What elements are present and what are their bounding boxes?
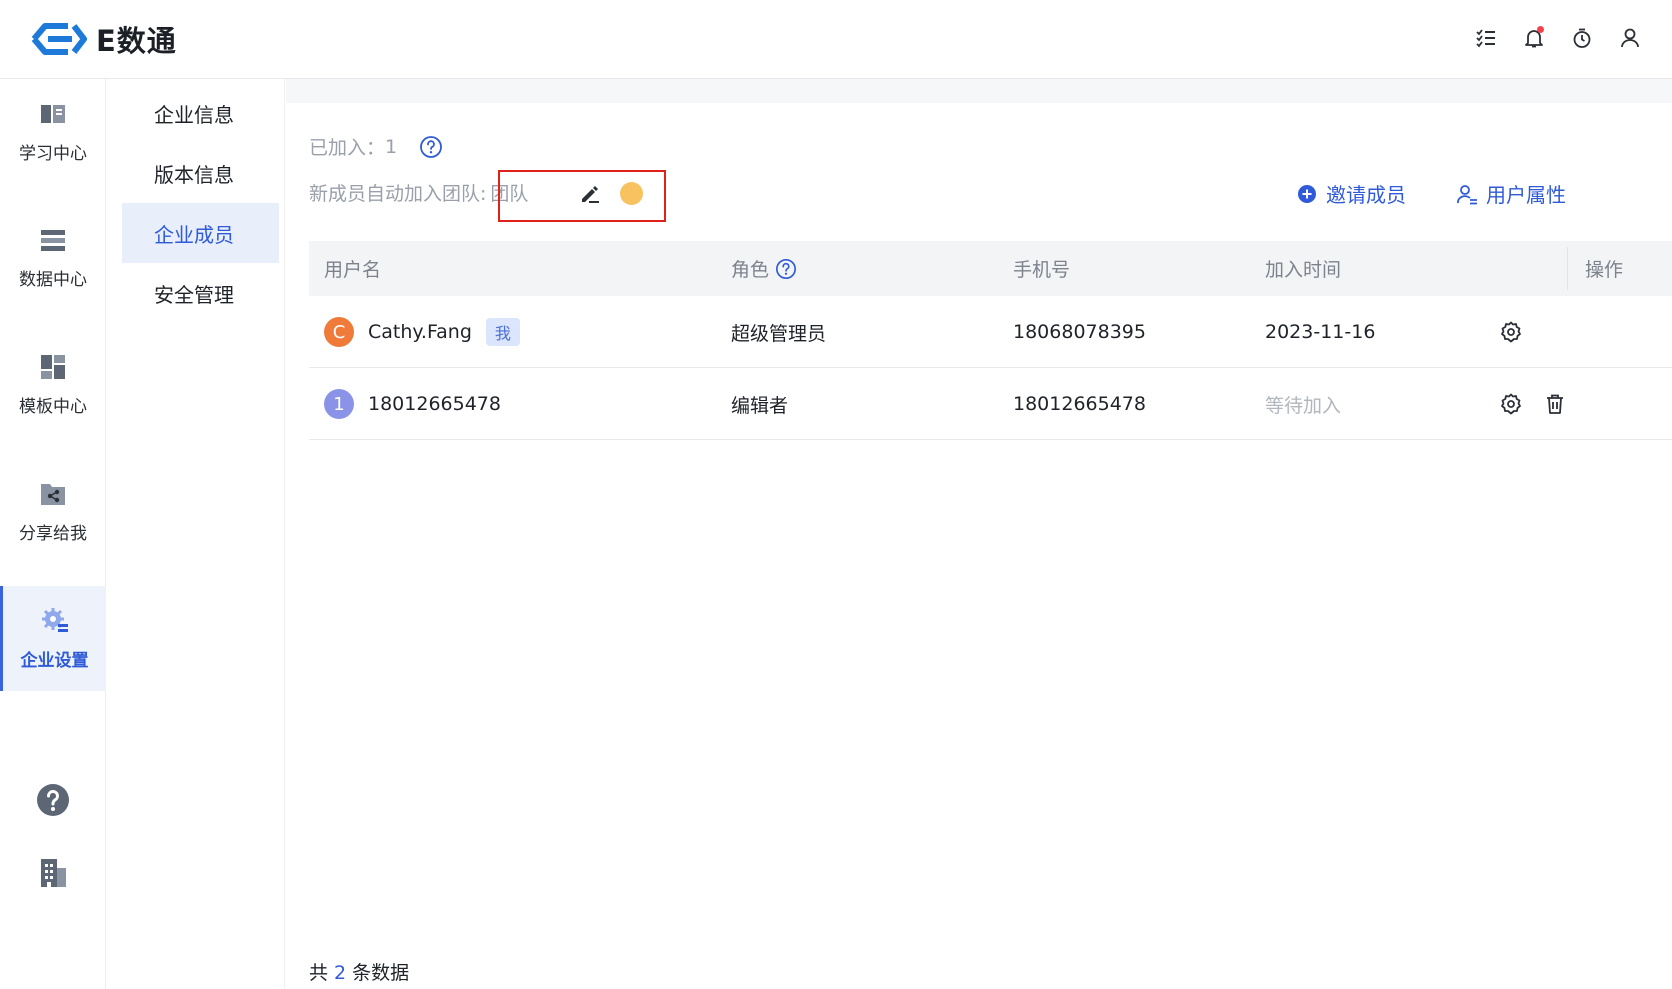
rail-item-templates[interactable]: 模板中心 [0,332,106,437]
auto-join-setting: 新成员自动加入团队: 团队 [309,179,528,206]
invite-member-button[interactable]: 邀请成员 [1296,179,1406,208]
cell-phone: 18068078395 [1013,321,1146,343]
building-icon[interactable] [36,856,70,890]
rail-item-label: 分享给我 [19,524,87,544]
logo[interactable]: E数通 [28,18,177,60]
rail-item-label: 模板中心 [19,397,87,417]
rail-item-learning[interactable]: 学习中心 [0,79,106,184]
header-actions [1474,24,1642,52]
rail-item-shared[interactable]: 分享给我 [0,459,106,564]
cell-role: 编辑者 [731,394,789,417]
avatar: C [324,317,354,347]
main-top-strip [286,79,1672,103]
logo-mark-icon [31,23,87,55]
auto-join-label: 新成员自动加入团队: [309,183,487,205]
user-attributes-label: 用户属性 [1486,183,1566,207]
rail-item-data[interactable]: 数据中心 [0,205,106,310]
cell-joined-at: 2023-11-16 [1265,321,1376,343]
rail-item-enterprise-settings[interactable]: 企业设置 [0,586,106,691]
members-table: 用户名 角色 手机号 加入时间 操作 C Cathy.Fang 我 超级管理员 … [309,241,1672,440]
invite-member-label: 邀请成员 [1326,183,1406,207]
trash-icon[interactable] [1543,392,1567,416]
joined-label: 已加入： [309,137,386,159]
subnav-item-security[interactable]: 安全管理 [122,263,279,323]
username-text: 18012665478 [368,393,501,415]
cell-role: 超级管理员 [731,322,827,345]
status-dot [620,182,643,205]
bell-icon[interactable] [1522,24,1546,52]
column-header-role: 角色 [731,255,797,282]
settings-icon [41,608,68,632]
top-header: E数通 [0,0,1672,79]
book-icon [41,105,65,123]
edit-icon[interactable] [578,182,602,206]
total-count: 共 2 条数据 [309,958,409,985]
rail-item-label: 学习中心 [19,144,87,164]
user-attributes-icon [1457,184,1477,204]
subnav-item-enterprise-info[interactable]: 企业信息 [122,83,279,143]
cell-username: 1 18012665478 [324,368,501,440]
cell-actions [1499,368,1567,440]
sub-navigation: 企业信息 版本信息 企业成员 安全管理 [107,79,285,989]
table-row: 1 18012665478 编辑者 18012665478 等待加入 [309,368,1672,440]
timer-icon[interactable] [1570,24,1594,52]
cell-joined-at: 等待加入 [1265,394,1342,417]
column-header-username: 用户名 [324,259,382,281]
notification-dot [1537,26,1544,33]
app-window: E数通 学习中心 数据中心 模板中心 分享给我 企业设置 企业信息 版本信息 企… [0,0,1672,989]
gear-icon[interactable] [1499,392,1523,416]
help-circle-icon[interactable] [419,135,443,159]
total-count-prefix: 共 [309,962,329,984]
column-header-joined-at: 加入时间 [1265,259,1342,281]
cell-phone: 18012665478 [1013,393,1146,415]
rail-item-label: 企业设置 [20,651,89,671]
role-header-label: 角色 [731,259,770,281]
task-list-icon[interactable] [1474,24,1498,52]
total-count-number: 2 [334,962,347,984]
username-text: Cathy.Fang [368,321,472,343]
template-icon [41,355,65,379]
column-header-phone: 手机号 [1013,259,1071,281]
help-icon[interactable] [36,783,70,817]
total-count-suffix: 条数据 [352,962,410,984]
table-row: C Cathy.Fang 我 超级管理员 18068078395 2023-11… [309,296,1672,368]
user-attributes-button[interactable]: 用户属性 [1456,179,1566,208]
user-icon[interactable] [1618,24,1642,52]
table-header: 用户名 角色 手机号 加入时间 操作 [309,241,1672,296]
logo-text: E数通 [96,24,177,58]
me-badge: 我 [485,318,520,346]
joined-summary: 已加入： 1 [309,133,443,160]
share-icon [41,484,65,505]
left-rail: 学习中心 数据中心 模板中心 分享给我 企业设置 [0,79,106,989]
subnav-item-enterprise-members[interactable]: 企业成员 [122,203,279,263]
avatar: 1 [324,389,354,419]
database-icon [41,230,65,251]
column-divider [1567,247,1568,290]
column-header-actions: 操作 [1585,259,1624,281]
plus-circle-icon [1298,184,1316,203]
cell-actions [1499,296,1523,368]
members-panel: 已加入： 1 新成员自动加入团队: 团队 邀请成员 用户属性 用户名 角色 手机… [286,103,1672,989]
cell-username: C Cathy.Fang 我 [324,296,520,368]
rail-item-label: 数据中心 [19,270,87,290]
help-circle-icon[interactable] [775,258,797,280]
gear-icon[interactable] [1499,320,1523,344]
joined-count: 1 [385,135,398,158]
subnav-item-version-info[interactable]: 版本信息 [122,143,279,203]
